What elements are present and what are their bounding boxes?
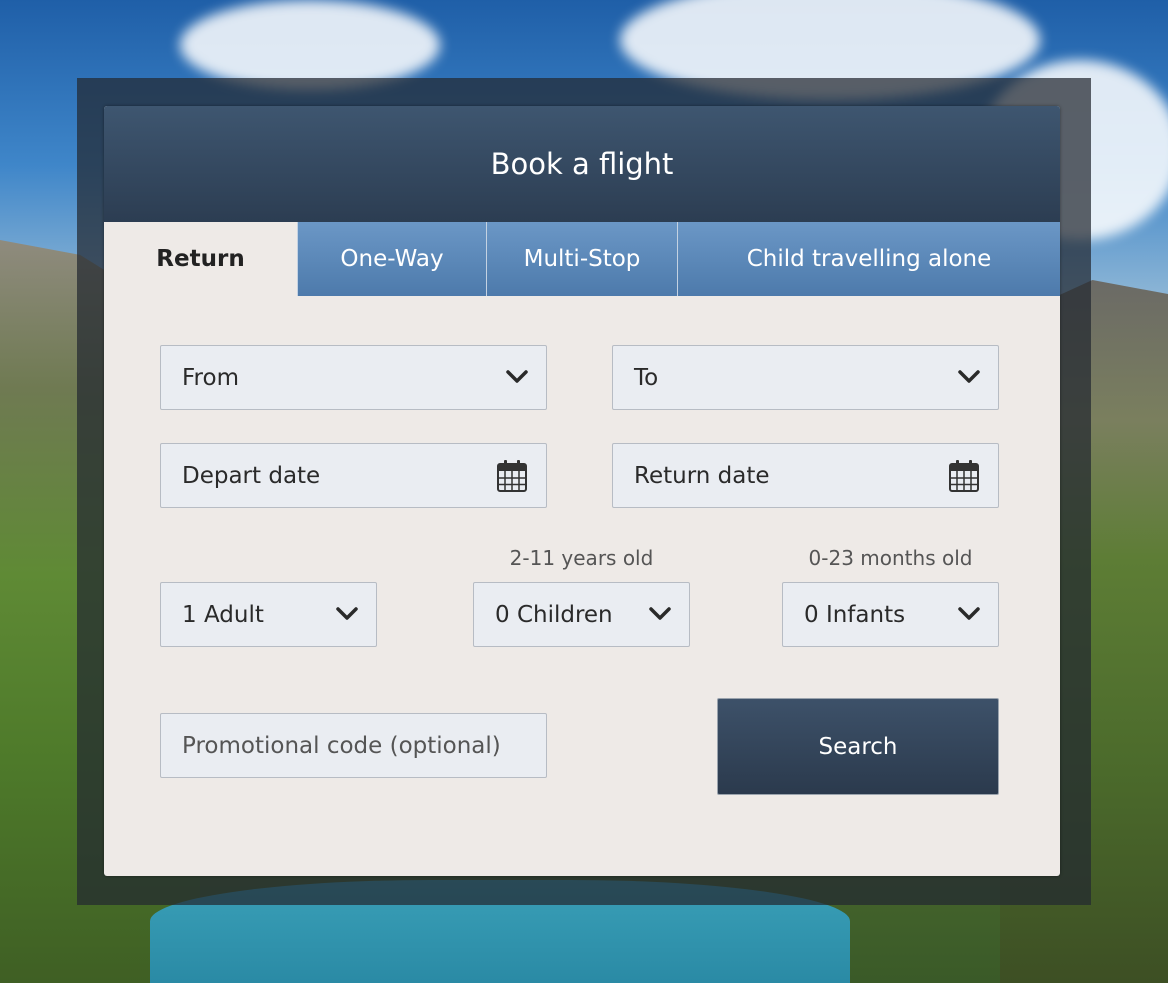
card-header: Book a flight — [104, 106, 1060, 222]
to-select[interactable]: To — [612, 345, 999, 410]
calendar-icon — [949, 459, 979, 492]
children-age-hint: 2-11 years old — [509, 546, 654, 570]
tab-return[interactable]: Return — [104, 222, 297, 296]
tab-one-way[interactable]: One-Way — [297, 222, 486, 296]
chevron-down-icon — [506, 369, 528, 383]
to-select-value: To — [634, 364, 659, 391]
scene: Book a flight Return One-Way Multi-Stop … — [0, 0, 1168, 983]
booking-card: Book a flight Return One-Way Multi-Stop … — [104, 106, 1060, 876]
page-title: Book a flight — [490, 147, 674, 181]
children-select[interactable]: 0 Children — [473, 582, 690, 647]
return-date-field[interactable]: Return date — [612, 443, 999, 508]
depart-date-value: Depart date — [182, 462, 321, 489]
from-select-value: From — [182, 364, 239, 391]
background-cloud — [180, 0, 440, 90]
tab-multi-stop[interactable]: Multi-Stop — [486, 222, 677, 296]
chevron-down-icon — [958, 606, 980, 620]
trip-type-tabs: Return One-Way Multi-Stop Child travelli… — [104, 222, 1060, 296]
chevron-down-icon — [336, 606, 358, 620]
infants-select[interactable]: 0 Infants — [782, 582, 999, 647]
infants-age-hint: 0-23 months old — [808, 546, 973, 570]
from-select[interactable]: From — [160, 345, 547, 410]
depart-date-field[interactable]: Depart date — [160, 443, 547, 508]
chevron-down-icon — [649, 606, 671, 620]
promo-code-placeholder: Promotional code (optional) — [182, 732, 501, 759]
promo-code-input[interactable]: Promotional code (optional) — [160, 713, 547, 778]
search-button[interactable]: Search — [717, 698, 999, 795]
tab-child-travelling-alone[interactable]: Child travelling alone — [677, 222, 1060, 296]
adults-select[interactable]: 1 Adult — [160, 582, 377, 647]
return-date-value: Return date — [634, 462, 770, 489]
chevron-down-icon — [958, 369, 980, 383]
calendar-icon — [497, 459, 527, 492]
